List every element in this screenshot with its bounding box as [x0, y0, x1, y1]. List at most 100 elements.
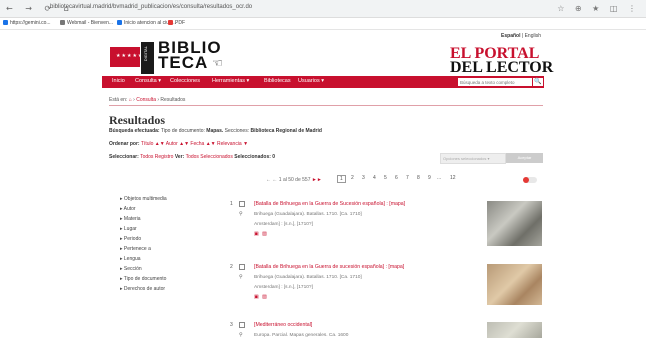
lang-separator: | — [521, 33, 524, 39]
lang-spanish[interactable]: Español — [501, 33, 520, 39]
result-thumbnail[interactable] — [487, 264, 542, 305]
result-publication: Amsterdam] : [s.n.], [1710?] — [254, 285, 313, 290]
result-title[interactable]: [Batalla de Brihuega en la Guerra de Suc… — [254, 201, 405, 207]
bookmark-1[interactable]: https://gemini.co... — [10, 20, 51, 26]
page-5[interactable]: 5 — [384, 175, 387, 181]
browser-toolbar: ← → ⟳ ⌂ bibliotecavirtual.madrid/bvmadri… — [0, 0, 646, 18]
breadcrumb-prefix: Está en: — [109, 97, 128, 103]
select-label: Seleccionar: — [109, 154, 139, 160]
breadcrumb: Está en: ⌂ › Consulta › Resultados — [109, 97, 185, 103]
bookmark-favicon-icon — [168, 20, 173, 25]
home-icon[interactable]: ⌂ — [129, 97, 132, 103]
result-format-icons[interactable]: ▣ ▨ — [254, 231, 268, 237]
breadcrumb-separator: › — [133, 97, 135, 103]
main-nav: Inicio Consulta ▾ Colecciones Herramient… — [102, 76, 544, 88]
page-title: Resultados — [109, 113, 166, 127]
page-9[interactable]: 9 — [428, 175, 431, 181]
result-subject[interactable]: Brihuega (Guadalajara). Batallas. 1710. … — [254, 275, 362, 280]
pager-range[interactable]: ← ← 1 al 50 de 557 — [266, 177, 310, 183]
result-number: 2 — [230, 264, 233, 270]
result-title[interactable]: [Mediterráneo occidental] — [254, 322, 312, 328]
page-12[interactable]: 12 — [450, 175, 456, 181]
search-summary-text: Tipo de documento: — [160, 128, 205, 134]
facet-multimedia[interactable]: ▸ Objetos multimedia — [120, 196, 200, 206]
breadcrumb-separator: › — [157, 97, 160, 103]
search-summary-label: Búsqueda efectuada: — [109, 128, 160, 134]
nav-bibliotecas[interactable]: Bibliotecas — [264, 78, 291, 84]
browser-tool-icons[interactable]: ☆ ⊕ ★ ◫ ⋮ — [557, 4, 640, 13]
result-checkbox[interactable] — [239, 322, 245, 328]
bookmarks-bar: https://gemini.co... Webmail - Bienven..… — [0, 18, 646, 30]
nav-inicio[interactable]: Inicio — [112, 78, 125, 84]
see-selected-link[interactable]: Todos Seleccionados — [186, 154, 233, 160]
pin-icon[interactable]: ⚲ — [239, 332, 243, 338]
see-label: Ver: — [174, 154, 185, 160]
selected-count: Seleccionados: 0 — [234, 154, 276, 160]
page-4[interactable]: 4 — [373, 175, 376, 181]
language-switcher: Español | English — [501, 33, 541, 39]
sort-links[interactable]: Título ▲▼ Autor ▲▼ Fecha ▲▼ Relevancia ▼ — [141, 141, 248, 147]
facet-author[interactable]: ▸ Autor — [120, 206, 200, 216]
result-title[interactable]: [Batalla de Brihuega en la Guerra de suc… — [254, 264, 404, 270]
select-all-link[interactable]: Todos Registro — [140, 154, 173, 160]
selection-options: Seleccionar: Todos Registro Ver: Todos S… — [109, 154, 275, 160]
page-ellipsis: ... — [437, 175, 442, 181]
pin-icon[interactable]: ⚲ — [239, 274, 243, 280]
page-1[interactable]: 1 — [337, 175, 346, 183]
nav-usuarios[interactable]: Usuarios ▾ — [298, 78, 324, 84]
result-checkbox[interactable] — [239, 201, 245, 207]
page-3[interactable]: 3 — [362, 175, 365, 181]
facet-belongs-to[interactable]: ▸ Pertenece a — [120, 246, 200, 256]
pin-icon[interactable]: ⚲ — [239, 211, 243, 217]
book-icon: DIGITAL — [141, 42, 154, 74]
nav-herramientas[interactable]: Herramientas ▾ — [212, 78, 249, 84]
facet-subject[interactable]: ▸ Materia — [120, 216, 200, 226]
breadcrumb-current: Resultados — [160, 97, 186, 103]
search-summary-type: Mapas. — [206, 128, 224, 134]
view-toggle[interactable] — [523, 177, 537, 183]
pager-info: ← ← 1 al 50 de 557 ►► — [266, 177, 322, 183]
result-checkbox[interactable] — [239, 264, 245, 270]
search-summary-text2: Secciones: — [224, 128, 250, 134]
bookmark-4[interactable]: PDF — [175, 20, 185, 26]
facets-sidebar: ▸ Objetos multimedia ▸ Autor ▸ Materia ▸… — [120, 196, 200, 296]
logo-digital-text: DIGITAL — [143, 46, 148, 62]
search-summary: Búsqueda efectuada: Tipo de documento: M… — [109, 128, 322, 134]
pager-next-icon[interactable]: ►► — [312, 177, 322, 183]
selected-options-select[interactable]: Opciones seleccionados ▾ — [440, 153, 506, 164]
madrid-flag-logo[interactable]: ★★★★★★★ — [110, 47, 153, 67]
facet-place[interactable]: ▸ Lugar — [120, 226, 200, 236]
lang-english[interactable]: English — [525, 33, 541, 39]
portal-line-2: DEL LECTOR — [450, 59, 554, 76]
breadcrumb-consulta[interactable]: Consulta — [136, 97, 156, 103]
page-7[interactable]: 7 — [406, 175, 409, 181]
nav-colecciones[interactable]: Colecciones — [170, 78, 200, 84]
bookmark-2[interactable]: Webmail - Bienven... — [67, 20, 113, 26]
address-bar[interactable]: bibliotecavirtual.madrid/bvmadrid_public… — [50, 4, 252, 10]
result-subject[interactable]: Europa. Parcial. Mapas generales. Ca. 16… — [254, 333, 348, 338]
search-summary-section: Biblioteca Regional de Madrid — [250, 128, 322, 134]
facet-period[interactable]: ▸ Periodo — [120, 236, 200, 246]
divider — [109, 105, 543, 106]
result-thumbnail[interactable] — [487, 201, 542, 246]
accept-button[interactable]: Aceptar — [506, 153, 543, 163]
facet-section[interactable]: ▸ Sección — [120, 266, 200, 276]
portal-lector-logo[interactable]: EL PORTAL DEL LECTOR — [450, 46, 554, 76]
search-icon[interactable]: 🔍 — [533, 78, 543, 86]
facet-rights[interactable]: ▸ Derechos de autor — [120, 286, 200, 296]
pointing-hand-icon: ☜ — [212, 56, 223, 70]
page-8[interactable]: 8 — [417, 175, 420, 181]
fulltext-search-input[interactable] — [458, 78, 532, 86]
result-thumbnail[interactable] — [487, 322, 542, 338]
result-publication: Amsterdam] : [s.n.], [1710?] — [254, 222, 313, 227]
result-subject[interactable]: Brihuega (Guadalajara). Batallas. 1710. … — [254, 212, 362, 217]
facet-doc-type[interactable]: ▸ Tipo de documento — [120, 276, 200, 286]
result-format-icons[interactable]: ▣ ▨ — [254, 294, 268, 300]
sort-label: Ordenar por: — [109, 141, 140, 147]
toggle-knob — [523, 177, 529, 183]
page-2[interactable]: 2 — [351, 175, 354, 181]
nav-consulta[interactable]: Consulta ▾ — [135, 78, 161, 84]
bookmark-favicon-icon — [117, 20, 122, 25]
page-6[interactable]: 6 — [395, 175, 398, 181]
facet-language[interactable]: ▸ Lengua — [120, 256, 200, 266]
